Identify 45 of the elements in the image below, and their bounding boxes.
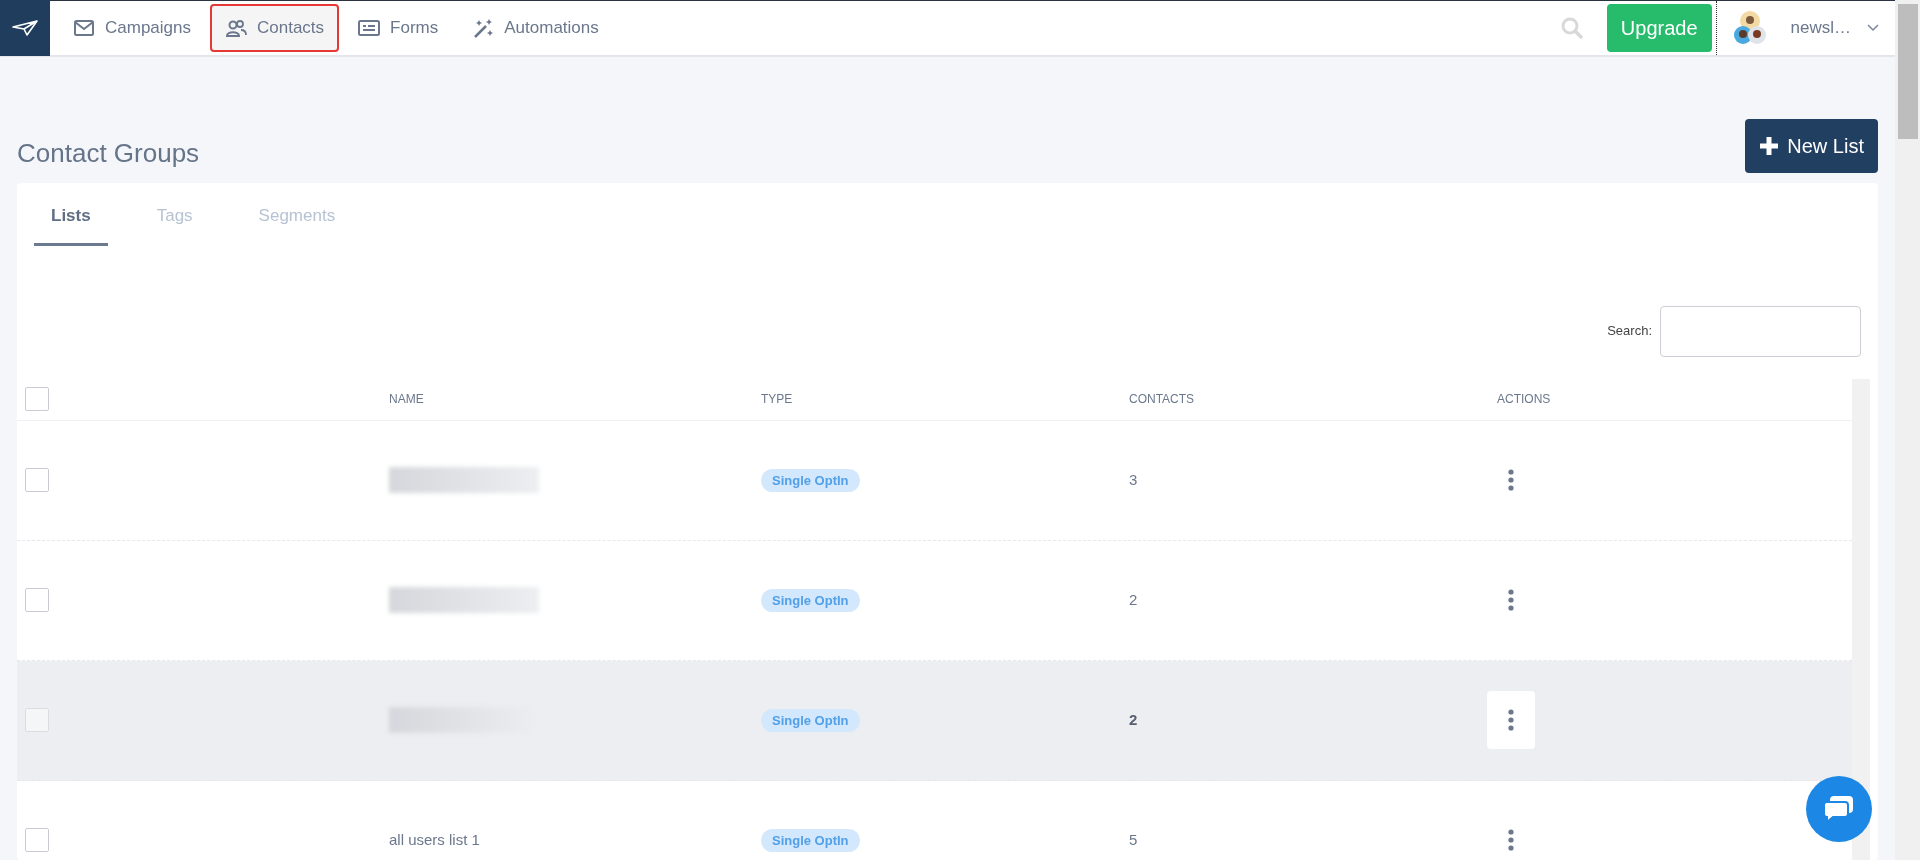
plus-icon [1759, 136, 1780, 156]
column-header: ACTIONS [1497, 391, 1552, 408]
more-vertical-icon [1508, 469, 1514, 491]
table-scrollbar[interactable] [1852, 378, 1870, 860]
avatar-group-icon [1732, 10, 1767, 46]
list-type-badge: Single OptIn [761, 588, 860, 612]
select-all-checkbox[interactable] [25, 387, 49, 411]
list-type-badge: Single OptIn [761, 828, 860, 852]
contact-count: 3 [1129, 470, 1138, 488]
form-icon [358, 17, 381, 39]
nav-link[interactable]: Forms [343, 4, 454, 52]
contact-count: 5 [1129, 830, 1138, 848]
column-header: NAME [389, 391, 425, 408]
chevron-down-icon[interactable] [1867, 24, 1879, 32]
nav-link[interactable]: Automations [457, 4, 614, 52]
more-vertical-icon [1508, 829, 1514, 851]
contact-count: 2 [1129, 710, 1138, 728]
search-icon[interactable] [1560, 17, 1583, 39]
row-checkbox[interactable] [25, 588, 49, 612]
more-vertical-icon [1508, 709, 1514, 731]
list-type-badge: Single OptIn [761, 708, 860, 732]
list-type-badge: Single OptIn [761, 468, 860, 492]
envelope-icon [73, 17, 95, 39]
nav-link[interactable]: Contacts [210, 4, 340, 52]
actions-button[interactable] [1487, 691, 1535, 749]
new-list-button[interactable]: New List [1745, 119, 1878, 173]
people-icon [225, 17, 247, 39]
row-checkbox[interactable] [25, 468, 49, 492]
search-field[interactable] [1660, 305, 1861, 357]
more-vertical-icon [1508, 589, 1514, 611]
magic-wand-icon [472, 17, 495, 39]
page-scrollbar[interactable] [1895, 0, 1920, 860]
contact-count: 2 [1129, 590, 1138, 608]
column-header: CONTACTS [1129, 391, 1196, 408]
logo-icon[interactable] [0, 0, 50, 56]
row-checkbox[interactable] [25, 828, 49, 852]
search-label: Search: [1607, 322, 1652, 341]
row-checkbox[interactable] [25, 708, 49, 732]
upgrade-button[interactable]: Upgrade [1606, 4, 1712, 52]
tab[interactable]: Lists [34, 189, 108, 246]
nav-link[interactable]: Campaigns [58, 4, 206, 52]
account-name[interactable]: newsl… [1790, 15, 1851, 41]
column-header: TYPE [761, 391, 794, 408]
list-name[interactable]: all users list 1 [389, 830, 480, 848]
page-title: Contact Groups [17, 137, 200, 169]
